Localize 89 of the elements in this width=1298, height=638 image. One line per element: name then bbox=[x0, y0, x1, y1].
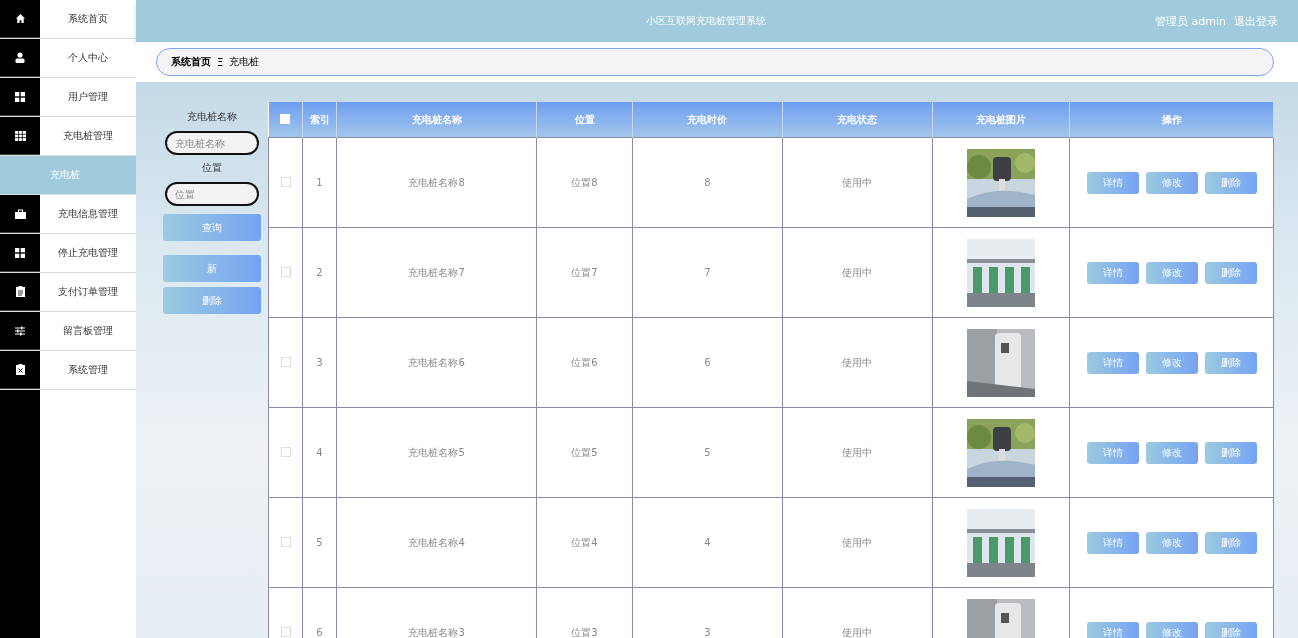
table-cell: 使用中 bbox=[782, 407, 933, 498]
add-button[interactable]: 新 bbox=[163, 255, 261, 282]
detail-button[interactable]: 详情 bbox=[1086, 261, 1139, 284]
sidebar-item[interactable]: 系统管理 bbox=[0, 351, 136, 390]
delete-button[interactable]: 删除 bbox=[1204, 621, 1257, 638]
sidebar-item[interactable]: 留言板管理 bbox=[0, 312, 136, 351]
edit-button[interactable]: 修改 bbox=[1145, 351, 1198, 374]
row-checkbox[interactable] bbox=[280, 266, 291, 277]
edit-button[interactable]: 修改 bbox=[1145, 171, 1198, 194]
edit-button[interactable]: 修改 bbox=[1145, 531, 1198, 554]
table-icon bbox=[14, 130, 26, 141]
sidebar-item[interactable]: 支付订单管理 bbox=[0, 273, 136, 312]
row-checkbox[interactable] bbox=[280, 356, 291, 367]
sidebar-item[interactable]: 充电桩 bbox=[0, 156, 136, 195]
person-icon bbox=[15, 52, 25, 63]
delete-button[interactable]: 删除 bbox=[1204, 351, 1257, 374]
column-header: 充电桩图片 bbox=[932, 102, 1070, 138]
table-cell: 5 bbox=[632, 407, 783, 498]
edit-button[interactable]: 修改 bbox=[1145, 621, 1198, 638]
detail-button[interactable]: 详情 bbox=[1086, 531, 1139, 554]
edit-button[interactable]: 修改 bbox=[1145, 261, 1198, 284]
sliders-icon bbox=[15, 325, 25, 336]
sidebar-item[interactable]: 充电信息管理 bbox=[0, 195, 136, 234]
table-cell: 位置7 bbox=[536, 227, 633, 318]
column-header: 充电时价 bbox=[632, 102, 783, 138]
table-cell: 充电桩名称5 bbox=[336, 407, 537, 498]
sidebar-item[interactable]: 系统首页 bbox=[0, 0, 136, 39]
table-cell: 2 bbox=[302, 227, 337, 318]
table-cell: 使用中 bbox=[782, 227, 933, 318]
clipboard-icon bbox=[15, 286, 25, 297]
column-header: 操作 bbox=[1069, 102, 1274, 138]
sidebar-item[interactable]: 停止充电管理 bbox=[0, 234, 136, 273]
delete-button[interactable]: 删除 bbox=[1204, 441, 1257, 464]
row-checkbox[interactable] bbox=[280, 446, 291, 457]
table-cell: 充电桩名称4 bbox=[336, 497, 537, 588]
table-cell: 位置5 bbox=[536, 407, 633, 498]
sidebar-item[interactable]: 用户管理 bbox=[0, 78, 136, 117]
table-cell: 5 bbox=[302, 497, 337, 588]
delete-button[interactable]: 删除 bbox=[163, 287, 261, 314]
table-cell: 8 bbox=[632, 137, 783, 228]
table-cell: 位置6 bbox=[536, 317, 633, 408]
delete-button[interactable]: 删除 bbox=[1204, 171, 1257, 194]
table-cell: 位置4 bbox=[536, 497, 633, 588]
grid-icon bbox=[15, 247, 25, 258]
breadcrumb-current: 充电桩 bbox=[229, 55, 260, 69]
table-cell: 使用中 bbox=[782, 317, 933, 408]
delete-button[interactable]: 删除 bbox=[1204, 531, 1257, 554]
clipboard-icon bbox=[15, 364, 25, 375]
table-cell: 充电桩名称7 bbox=[336, 227, 537, 318]
breadcrumb-separator: Ξ bbox=[217, 56, 224, 68]
detail-button[interactable]: 详情 bbox=[1086, 621, 1139, 638]
app-title: 小区互联网充电桩管理系统 bbox=[644, 14, 767, 28]
search-field[interactable]: 位置 bbox=[165, 182, 259, 206]
sidebar-item[interactable]: 充电桩管理 bbox=[0, 117, 136, 156]
delete-button[interactable]: 删除 bbox=[1204, 261, 1257, 284]
field-label: 充电桩名称 bbox=[187, 110, 237, 124]
user-label: 管理员 admin bbox=[1155, 13, 1226, 29]
column-header: 充电状态 bbox=[782, 102, 933, 138]
logout-link[interactable]: 退出登录 bbox=[1234, 13, 1278, 29]
field-label: 位置 bbox=[202, 161, 222, 175]
table-cell: 4 bbox=[302, 407, 337, 498]
home-icon bbox=[14, 13, 26, 24]
detail-button[interactable]: 详情 bbox=[1086, 441, 1139, 464]
column-header: 索引 bbox=[302, 102, 337, 138]
select-all-checkbox[interactable] bbox=[280, 113, 291, 124]
table-cell: 4 bbox=[632, 497, 783, 588]
table-cell: 位置8 bbox=[536, 137, 633, 228]
table-cell: 6 bbox=[632, 317, 783, 408]
table-cell: 使用中 bbox=[782, 497, 933, 588]
row-checkbox[interactable] bbox=[280, 536, 291, 547]
table-cell: 3 bbox=[302, 317, 337, 408]
detail-button[interactable]: 详情 bbox=[1086, 171, 1139, 194]
row-checkbox[interactable] bbox=[280, 176, 291, 187]
grid-icon bbox=[15, 91, 25, 102]
query-button[interactable]: 查询 bbox=[163, 214, 261, 241]
search-field[interactable]: 充电桩名称 bbox=[165, 131, 259, 155]
table-cell: 充电桩名称6 bbox=[336, 317, 537, 408]
breadcrumb-home[interactable]: 系统首页 bbox=[171, 55, 211, 69]
table-cell: 使用中 bbox=[782, 137, 933, 228]
table-cell: 1 bbox=[302, 137, 337, 228]
detail-button[interactable]: 详情 bbox=[1086, 351, 1139, 374]
column-header: 充电桩名称 bbox=[336, 102, 537, 138]
edit-button[interactable]: 修改 bbox=[1145, 441, 1198, 464]
sidebar-item[interactable]: 个人中心 bbox=[0, 39, 136, 78]
briefcase-icon bbox=[14, 208, 26, 219]
row-checkbox[interactable] bbox=[280, 626, 291, 637]
table-cell: 充电桩名称8 bbox=[336, 137, 537, 228]
column-header: 位置 bbox=[536, 102, 633, 138]
table-cell: 7 bbox=[632, 227, 783, 318]
